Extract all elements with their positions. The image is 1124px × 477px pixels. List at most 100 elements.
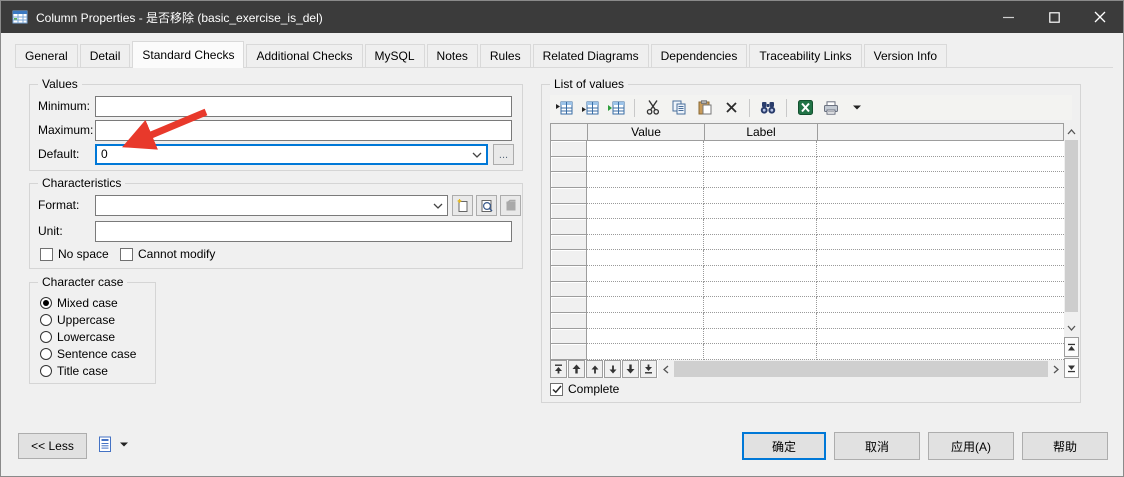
extra-cell[interactable]	[817, 157, 1064, 173]
label-cell[interactable]	[704, 141, 817, 157]
tab-mysql[interactable]: MySQL	[364, 44, 425, 67]
complete-checkbox[interactable]: Complete	[550, 382, 619, 396]
cancel-button[interactable]: 取消	[834, 432, 920, 460]
cut-button[interactable]	[643, 98, 663, 118]
value-cell[interactable]	[587, 203, 704, 220]
row-selector[interactable]	[551, 297, 587, 314]
value-cell[interactable]	[587, 328, 704, 345]
grid-row[interactable]	[551, 281, 1064, 298]
print-button[interactable]	[821, 98, 841, 118]
row-selector[interactable]	[551, 313, 587, 329]
move-down-many-button[interactable]	[622, 360, 639, 378]
row-selector[interactable]	[551, 328, 587, 345]
extra-cell[interactable]	[817, 297, 1064, 314]
label-cell[interactable]	[704, 250, 817, 267]
row-selector[interactable]	[551, 266, 587, 282]
label-cell[interactable]	[704, 219, 817, 235]
title-bar[interactable]: Column Properties - 是否移除 (basic_exercise…	[1, 1, 1123, 33]
label-cell[interactable]	[704, 172, 817, 188]
vertical-scrollbar[interactable]	[1064, 123, 1079, 378]
format-combobox[interactable]	[95, 195, 448, 216]
close-button[interactable]	[1077, 1, 1123, 33]
radio-uppercase[interactable]: Uppercase	[40, 313, 115, 327]
vertical-scroll-track[interactable]	[1064, 140, 1079, 319]
label-cell[interactable]	[704, 328, 817, 345]
unit-input[interactable]	[95, 221, 512, 242]
scroll-up-icon[interactable]	[1064, 123, 1079, 140]
header-selector[interactable]	[550, 123, 587, 141]
add-row-button[interactable]	[580, 98, 600, 118]
grid-row[interactable]	[551, 266, 1064, 282]
no-space-checkbox[interactable]: No space	[40, 247, 109, 261]
value-cell[interactable]	[587, 266, 704, 282]
extra-cell[interactable]	[817, 344, 1064, 360]
append-rows-button[interactable]	[606, 98, 626, 118]
tab-standard-checks[interactable]: Standard Checks	[132, 41, 245, 68]
minimum-input[interactable]	[95, 96, 512, 117]
extra-cell[interactable]	[817, 282, 1064, 298]
help-button[interactable]: 帮助	[1022, 432, 1108, 460]
cannot-modify-checkbox[interactable]: Cannot modify	[120, 247, 215, 261]
row-selector[interactable]	[551, 344, 587, 360]
move-down-button[interactable]	[604, 360, 621, 378]
horizontal-scroll-track[interactable]	[674, 361, 1048, 377]
label-cell[interactable]	[704, 281, 817, 298]
tab-version-info[interactable]: Version Info	[863, 44, 947, 67]
row-selector[interactable]	[551, 203, 587, 220]
tab-traceability-links[interactable]: Traceability Links	[749, 44, 862, 67]
label-cell[interactable]	[704, 297, 817, 314]
grid-row[interactable]	[551, 203, 1064, 220]
value-cell[interactable]	[587, 172, 704, 188]
row-selector[interactable]	[551, 250, 587, 267]
scroll-right-icon[interactable]	[1048, 360, 1064, 378]
radio-sentence-case[interactable]: Sentence case	[40, 347, 136, 361]
toolbar-menu-button[interactable]	[847, 98, 867, 118]
maximize-button[interactable]	[1031, 1, 1077, 33]
extra-cell[interactable]	[817, 313, 1064, 329]
delete-button[interactable]	[721, 98, 741, 118]
tab-additional-checks[interactable]: Additional Checks	[246, 44, 363, 67]
tab-rules[interactable]: Rules	[479, 44, 531, 67]
grid-row[interactable]	[551, 172, 1064, 188]
header-value[interactable]: Value	[587, 123, 704, 141]
extra-cell[interactable]	[817, 172, 1064, 188]
extra-cell[interactable]	[817, 329, 1064, 345]
value-cell[interactable]	[587, 187, 704, 204]
horizontal-scrollbar[interactable]	[658, 360, 1064, 378]
ok-button[interactable]: 确定	[742, 432, 826, 460]
value-cell[interactable]	[587, 219, 704, 235]
extra-cell[interactable]	[817, 250, 1064, 267]
value-cell[interactable]	[587, 297, 704, 314]
row-selector[interactable]	[551, 187, 587, 204]
row-selector[interactable]	[551, 141, 587, 157]
default-browse-button[interactable]: ...	[493, 144, 514, 165]
dropdown-caret-icon[interactable]	[120, 442, 128, 447]
value-cell[interactable]	[587, 234, 704, 251]
properties-disabled-button[interactable]	[500, 195, 521, 216]
radio-title-case[interactable]: Title case	[40, 364, 108, 378]
maximum-input[interactable]	[95, 120, 512, 141]
header-extra[interactable]	[817, 123, 1064, 141]
label-cell[interactable]	[704, 203, 817, 220]
grid-row[interactable]	[551, 313, 1064, 329]
row-selector[interactable]	[551, 172, 587, 188]
grid-row[interactable]	[551, 328, 1064, 345]
tab-general[interactable]: General	[15, 44, 78, 67]
label-cell[interactable]	[704, 156, 817, 173]
scroll-to-bottom-button[interactable]	[1064, 358, 1079, 378]
label-cell[interactable]	[704, 187, 817, 204]
grid-row[interactable]	[551, 250, 1064, 267]
value-cell[interactable]	[587, 250, 704, 267]
row-selector[interactable]	[551, 281, 587, 298]
grid-row[interactable]	[551, 297, 1064, 314]
default-combobox[interactable]: 0	[95, 144, 488, 165]
label-cell[interactable]	[704, 344, 817, 360]
extra-cell[interactable]	[817, 204, 1064, 220]
value-cell[interactable]	[587, 281, 704, 298]
minimize-button[interactable]	[985, 1, 1031, 33]
value-cell[interactable]	[587, 156, 704, 173]
report-tool[interactable]	[98, 436, 128, 453]
less-button[interactable]: << Less	[18, 433, 87, 459]
grid-row[interactable]	[551, 219, 1064, 235]
value-cell[interactable]	[587, 344, 704, 360]
